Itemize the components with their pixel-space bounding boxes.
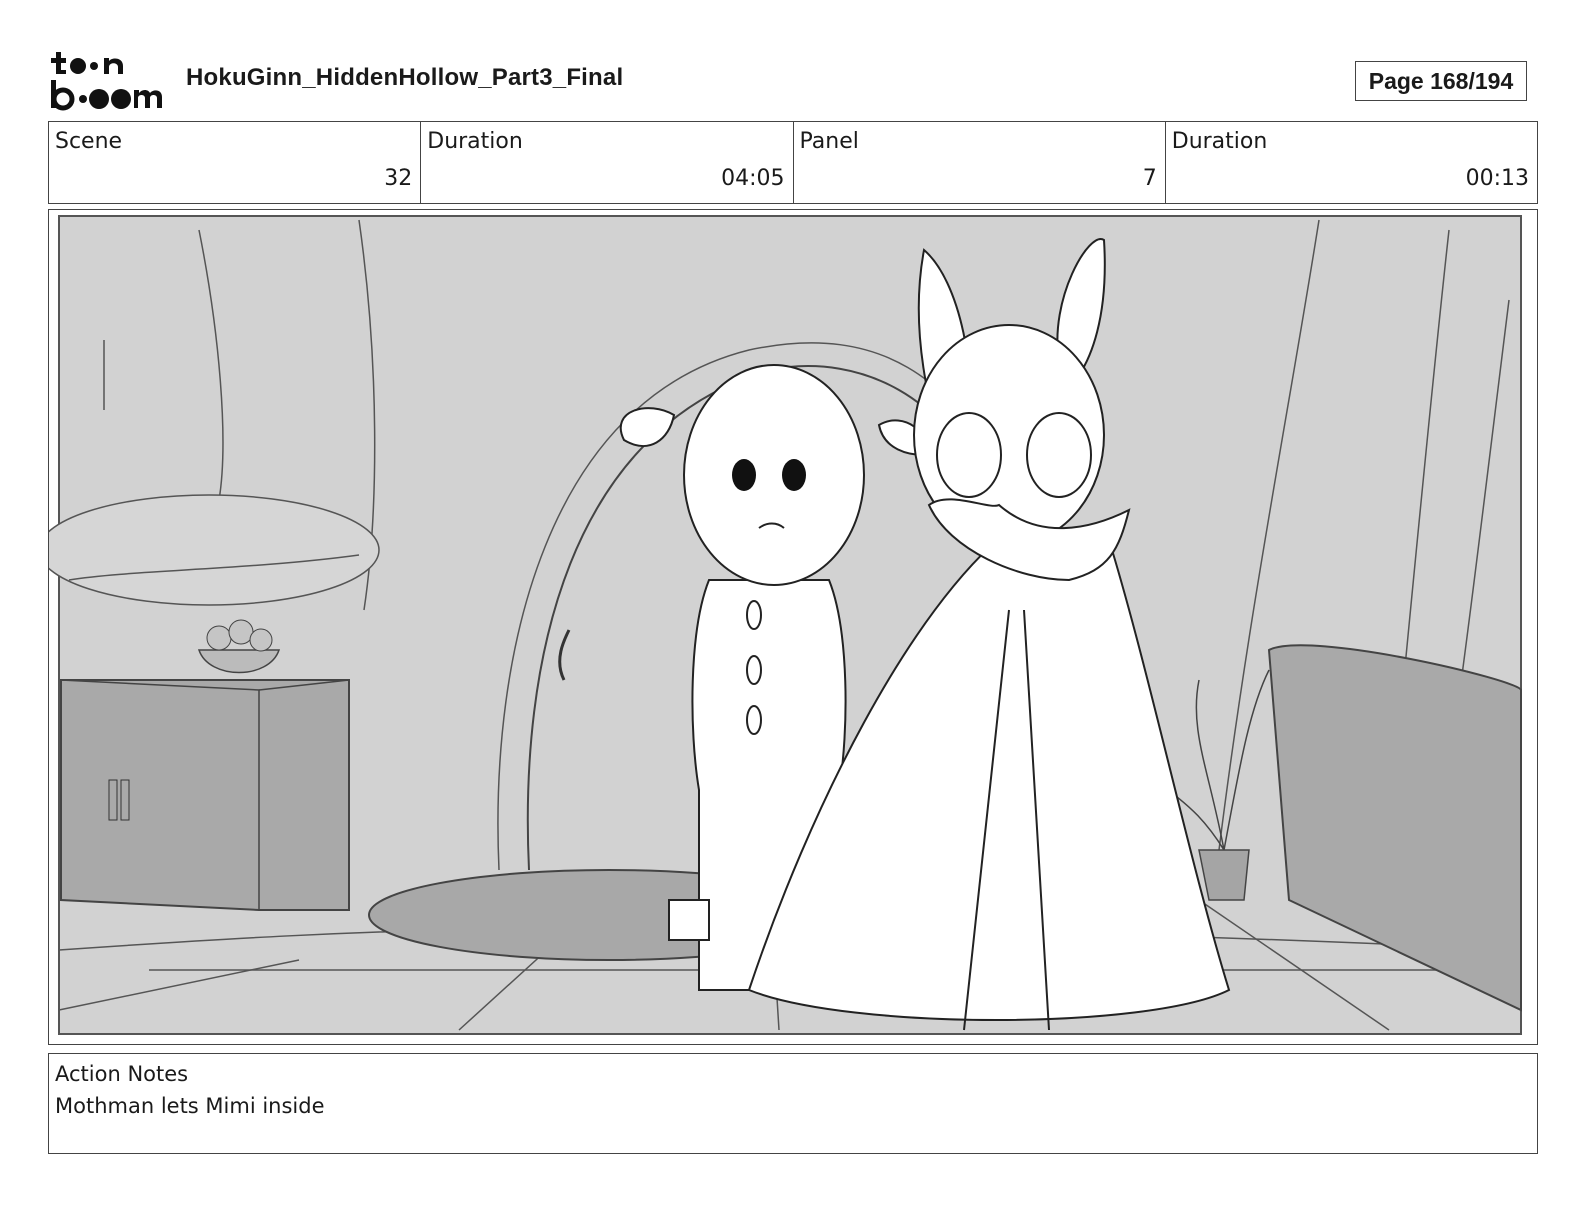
- scene-label: Scene: [55, 129, 123, 154]
- panel-duration-label: Duration: [1171, 129, 1268, 154]
- scene-duration-cell: Duration 04:05: [421, 122, 794, 203]
- action-notes-text: Mothman lets Mimi inside: [55, 1094, 325, 1118]
- panel-label: Panel: [799, 129, 859, 154]
- document-title: HokuGinn_HiddenHollow_Part3_Final: [186, 64, 624, 91]
- scene-value: 32: [384, 166, 413, 191]
- scene-info-row: Scene 32 Duration 04:05 Panel 7 Duration…: [48, 121, 1538, 204]
- scene-duration-label: Duration: [427, 129, 523, 154]
- scene-duration-value: 04:05: [721, 166, 785, 191]
- panel-duration-value: 00:13: [1465, 166, 1529, 191]
- scene-cell: Scene 32: [49, 122, 422, 203]
- panel-cell: Panel 7: [794, 122, 1166, 203]
- storyboard-sketch: [49, 210, 1536, 1043]
- action-notes-label: Action Notes: [55, 1062, 189, 1086]
- panel-duration-cell: Duration 00:13: [1166, 122, 1537, 203]
- page-indicator: Page 168/194: [1355, 61, 1527, 101]
- action-notes: Action Notes Mothman lets Mimi inside: [48, 1053, 1538, 1154]
- storyboard-panel: [48, 209, 1538, 1045]
- panel-value: 7: [1142, 166, 1157, 191]
- toon-boom-logo: [51, 52, 162, 111]
